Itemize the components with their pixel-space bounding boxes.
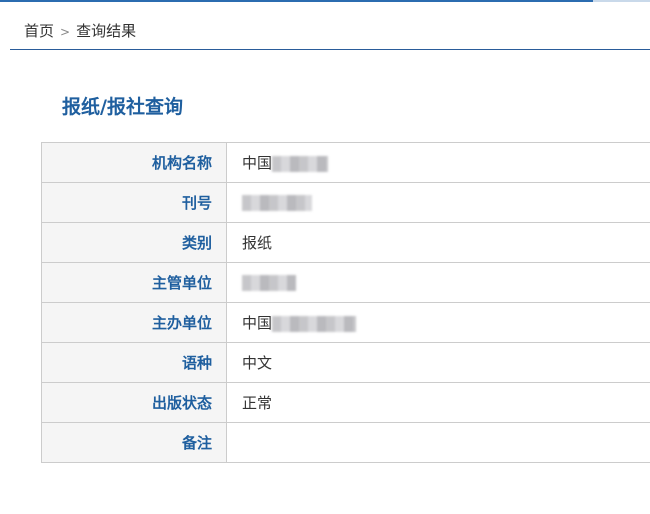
row-label: 刊号 [41,182,227,223]
row-value: 中文 [226,342,650,383]
row-value [226,422,650,463]
row-label: 出版状态 [41,382,227,423]
row-value: 中国 [226,302,650,343]
table-row: 刊号 [41,182,650,223]
table-row: 主管单位 [41,262,650,303]
table-row: 机构名称 中国 [41,142,650,183]
row-value: 中国 [226,142,650,183]
row-label: 机构名称 [41,142,227,183]
row-label: 主办单位 [41,302,227,343]
row-value: 报纸 [226,222,650,263]
redacted-text [242,195,312,211]
table-row: 出版状态 正常 [41,382,650,423]
breadcrumb: 首页 > 查询结果 [24,20,136,41]
redacted-text [272,155,329,172]
breadcrumb-current: 查询结果 [76,22,137,40]
row-value [226,262,650,303]
row-label: 主管单位 [41,262,227,303]
row-value: 正常 [226,382,650,423]
top-accent-bar [0,0,593,2]
breadcrumb-home-link[interactable]: 首页 [24,22,54,40]
table-row: 主办单位 中国 [41,302,650,343]
row-label: 备注 [41,422,227,463]
row-value [226,182,650,223]
row-label: 语种 [41,342,227,383]
breadcrumb-separator: > [60,25,71,39]
table-row: 语种 中文 [41,342,650,383]
breadcrumb-divider [10,49,650,50]
result-table: 机构名称 中国 刊号 类别 报纸 主管单位 主办单位 中国 语种 中文 出版状态 正常 备… [41,142,650,463]
page-title: 报纸/报社查询 [62,96,183,118]
top-accent-bar-end [593,0,650,2]
table-row: 类别 报纸 [41,222,650,263]
redacted-text [242,275,296,291]
row-label: 类别 [41,222,227,263]
table-row: 备注 [41,422,650,463]
redacted-text [272,315,357,332]
